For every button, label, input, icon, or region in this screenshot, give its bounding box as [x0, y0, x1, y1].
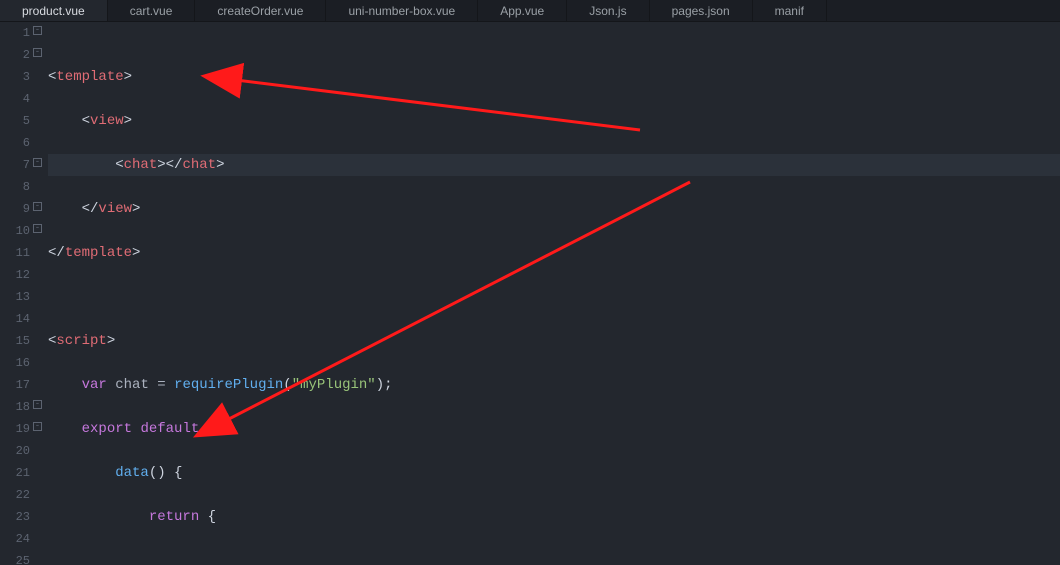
- editor-window: product.vuecart.vuecreateOrder.vueuni-nu…: [0, 0, 1060, 565]
- code-line[interactable]: [48, 286, 1060, 308]
- line-number: 14: [0, 308, 42, 330]
- fold-icon[interactable]: -: [33, 48, 42, 57]
- code-line[interactable]: </template>: [48, 242, 1060, 264]
- code-line[interactable]: </view>: [48, 198, 1060, 220]
- line-number: 20: [0, 440, 42, 462]
- line-number: 8: [0, 176, 42, 198]
- line-number: 13: [0, 286, 42, 308]
- code-area[interactable]: <template> <view> <chat></chat> </view> …: [48, 22, 1060, 565]
- tab-manif[interactable]: manif: [753, 0, 827, 21]
- fold-icon[interactable]: -: [33, 224, 42, 233]
- line-number: 21: [0, 462, 42, 484]
- code-line[interactable]: data() {: [48, 462, 1060, 484]
- tab-cart-vue[interactable]: cart.vue: [108, 0, 196, 21]
- line-number: 9-: [0, 198, 42, 220]
- line-number: 19-: [0, 418, 42, 440]
- code-line[interactable]: export default {: [48, 418, 1060, 440]
- fold-icon[interactable]: -: [33, 422, 42, 431]
- tab-product-vue[interactable]: product.vue: [0, 0, 108, 21]
- tab-json-js[interactable]: Json.js: [567, 0, 649, 21]
- line-number: 25: [0, 550, 42, 565]
- line-number: 24: [0, 528, 42, 550]
- line-number: 5: [0, 110, 42, 132]
- line-number: 23: [0, 506, 42, 528]
- line-number: 18-: [0, 396, 42, 418]
- code-line[interactable]: <template>: [48, 66, 1060, 88]
- gutter: 1-2-34567-89-10-1112131415161718-19-2021…: [0, 22, 48, 565]
- line-number: 17: [0, 374, 42, 396]
- tab-bar: product.vuecart.vuecreateOrder.vueuni-nu…: [0, 0, 1060, 22]
- line-number: 6: [0, 132, 42, 154]
- tab-uni-number-box-vue[interactable]: uni-number-box.vue: [326, 0, 478, 21]
- line-number: 2-: [0, 44, 42, 66]
- line-number: 1-: [0, 22, 42, 44]
- tab-createorder-vue[interactable]: createOrder.vue: [195, 0, 326, 21]
- fold-icon[interactable]: -: [33, 158, 42, 167]
- fold-icon[interactable]: -: [33, 202, 42, 211]
- line-number: 12: [0, 264, 42, 286]
- line-number: 16: [0, 352, 42, 374]
- line-number: 3: [0, 66, 42, 88]
- code-line[interactable]: <view>: [48, 110, 1060, 132]
- line-number: 11: [0, 242, 42, 264]
- code-line[interactable]: var chat = requirePlugin("myPlugin");: [48, 374, 1060, 396]
- editor[interactable]: 1-2-34567-89-10-1112131415161718-19-2021…: [0, 22, 1060, 565]
- line-number: 7-: [0, 154, 42, 176]
- line-number: 22: [0, 484, 42, 506]
- line-number: 10-: [0, 220, 42, 242]
- line-number: 4: [0, 88, 42, 110]
- code-line[interactable]: return {: [48, 506, 1060, 528]
- line-number: 15: [0, 330, 42, 352]
- fold-icon[interactable]: -: [33, 400, 42, 409]
- code-line[interactable]: [48, 550, 1060, 565]
- fold-icon[interactable]: -: [33, 26, 42, 35]
- tab-app-vue[interactable]: App.vue: [478, 0, 567, 21]
- tab-pages-json[interactable]: pages.json: [650, 0, 753, 21]
- code-line[interactable]: <script>: [48, 330, 1060, 352]
- code-line[interactable]: <chat></chat>: [48, 154, 1060, 176]
